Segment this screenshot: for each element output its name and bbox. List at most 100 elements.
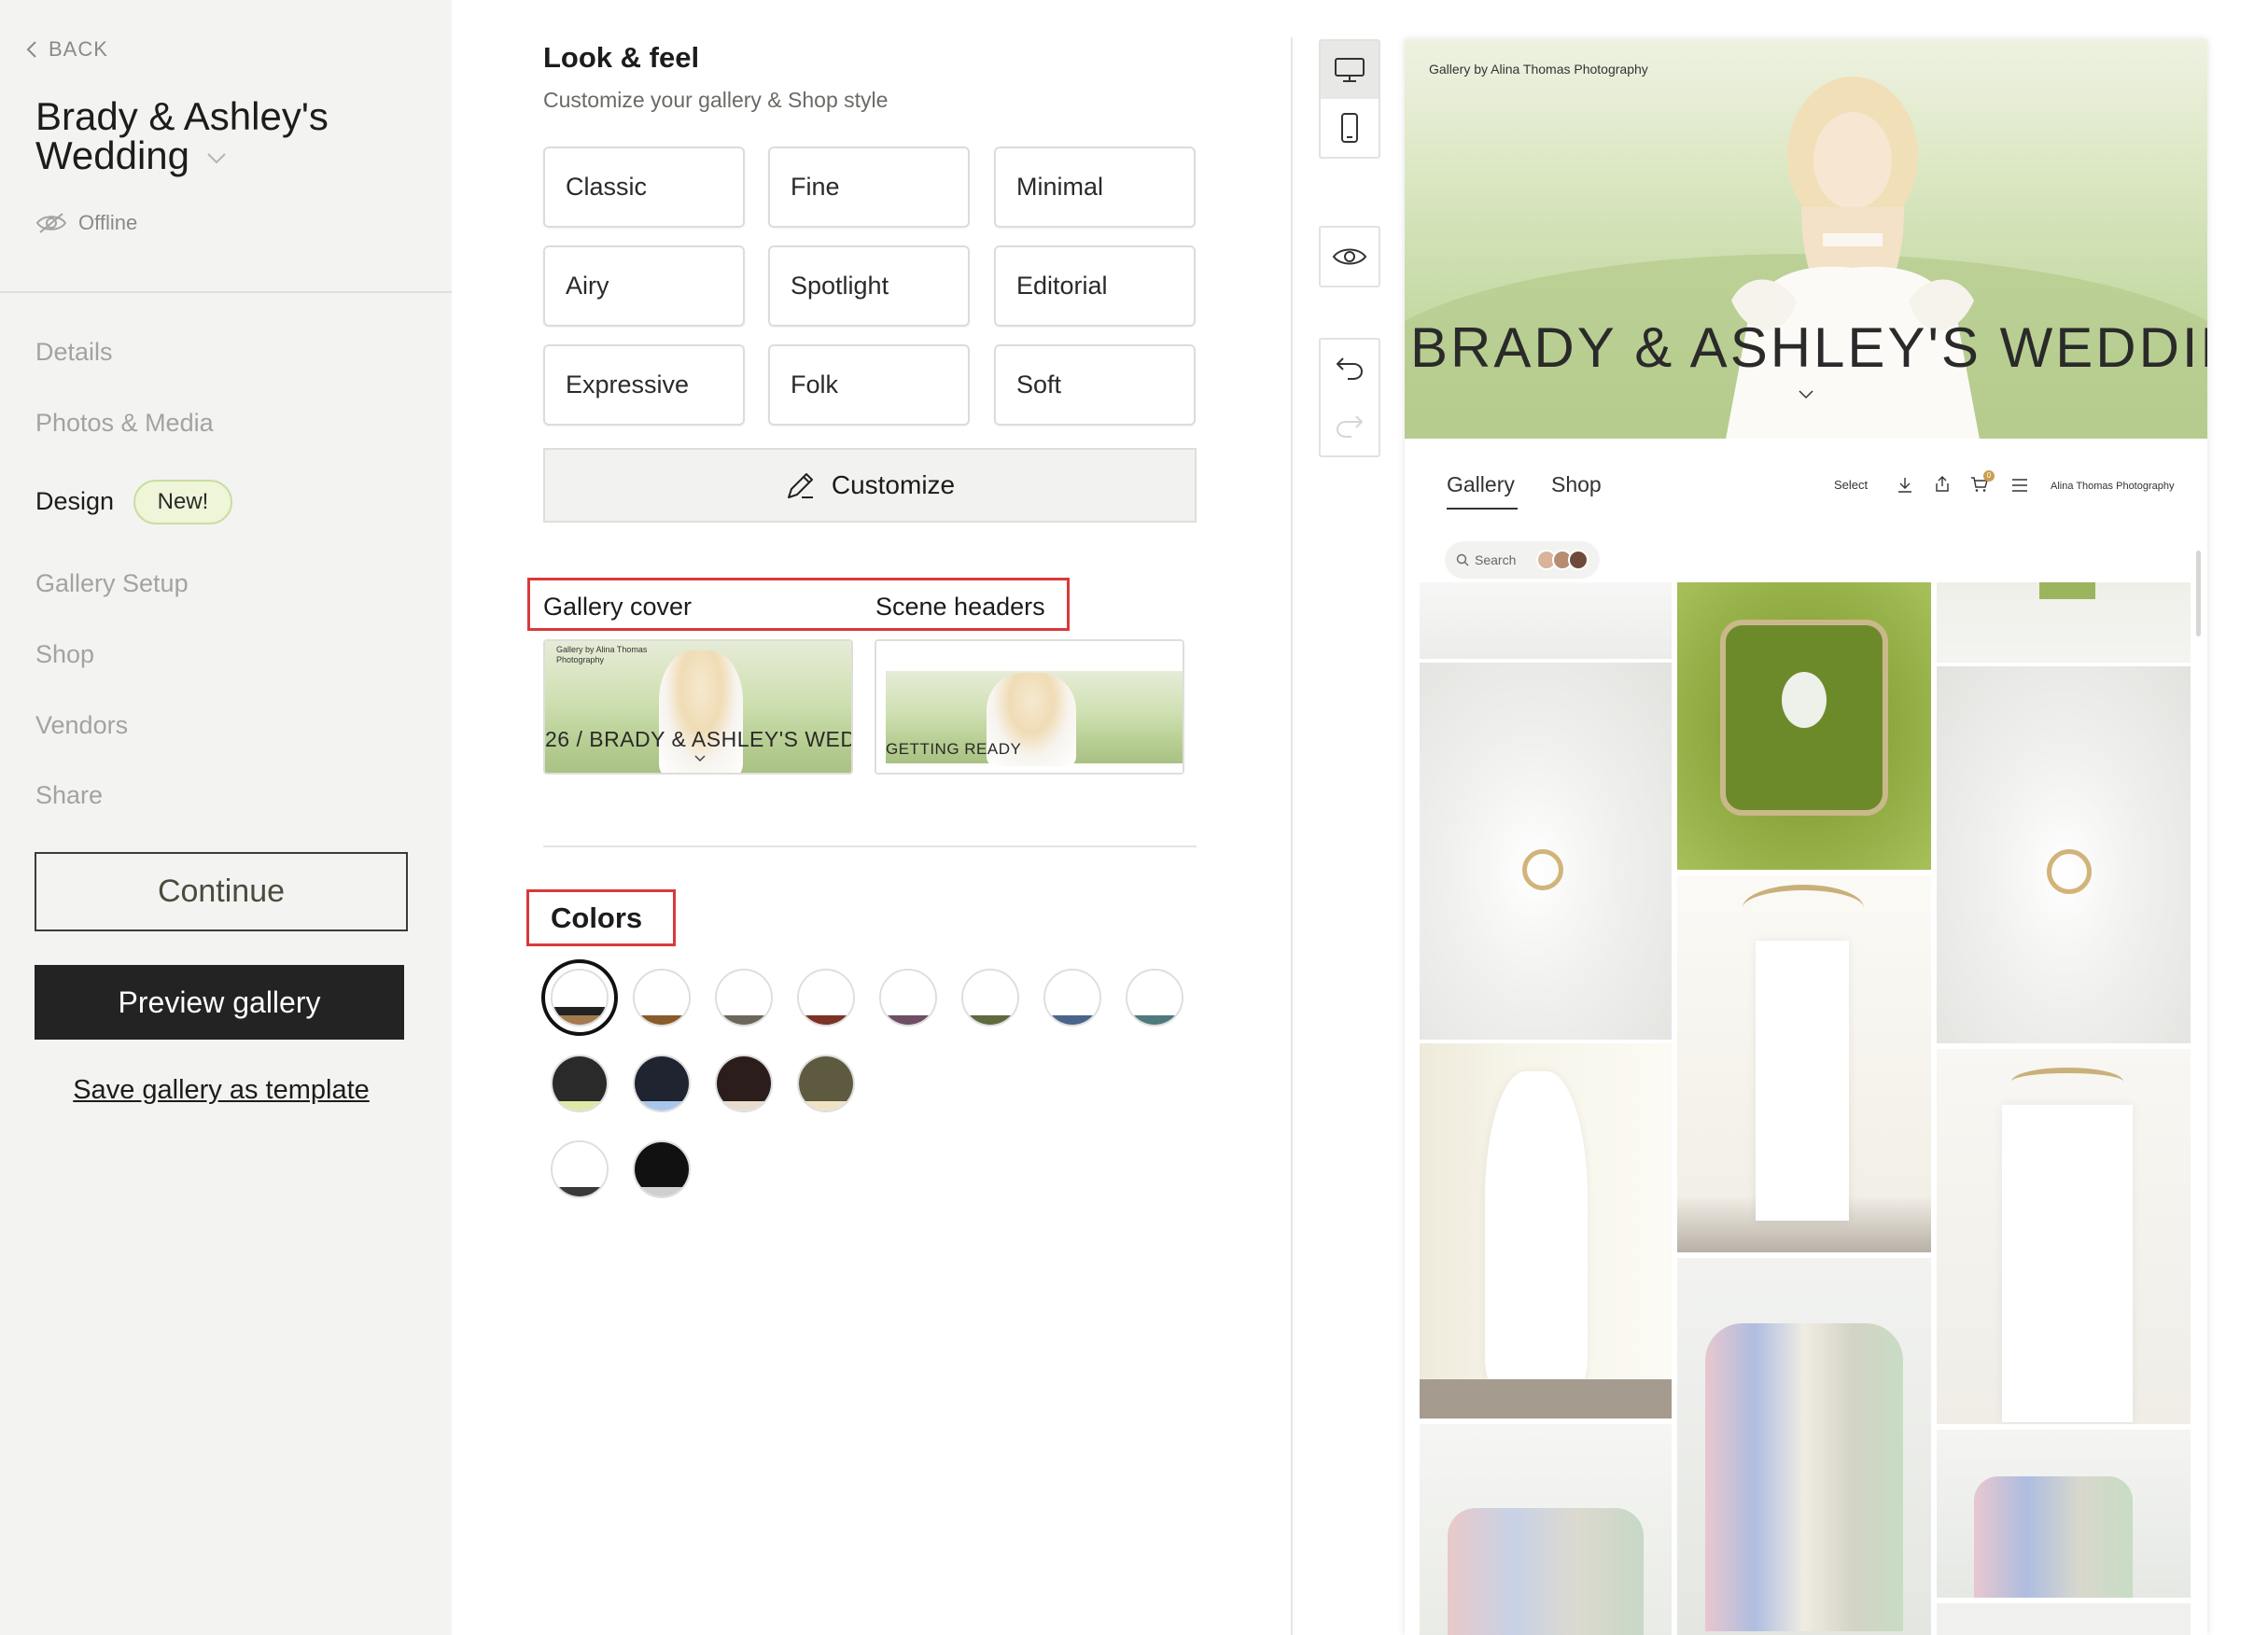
mobile-view-button[interactable]: [1321, 99, 1379, 157]
photo-thumbnail[interactable]: [1937, 582, 2191, 663]
color-swatch[interactable]: [797, 1055, 855, 1112]
undo-button[interactable]: [1321, 340, 1379, 398]
sidebar: BACK Brady & Ashley's Wedding Offline De…: [0, 0, 452, 1635]
color-swatch[interactable]: [715, 1055, 773, 1112]
device-toggle: [1319, 39, 1380, 159]
desktop-view-button[interactable]: [1321, 41, 1379, 99]
chevron-down-icon: [694, 755, 706, 762]
swatch-band-mid: [553, 1179, 607, 1187]
color-swatch[interactable]: [1126, 969, 1183, 1027]
color-swatch[interactable]: [715, 969, 773, 1027]
cover-thumb-title: 26 / BRADY & ASHLEY'S WED: [545, 727, 853, 751]
color-swatch[interactable]: [551, 1055, 609, 1112]
photo-thumbnail[interactable]: [1937, 1430, 2191, 1598]
style-spotlight-button[interactable]: Spotlight: [768, 245, 970, 327]
photo-thumbnail[interactable]: [1420, 1424, 1672, 1635]
tab-gallery-cover[interactable]: Gallery cover: [543, 593, 692, 622]
bridesmaids-image: [1974, 1476, 2133, 1598]
bridesmaids-image: [1448, 1508, 1644, 1635]
scene-header-thumbnail[interactable]: GETTING READY: [875, 639, 1184, 775]
swatch-band-top: [553, 1142, 607, 1180]
preview-scrollbar[interactable]: [2196, 551, 2201, 636]
photo-thumbnail[interactable]: [1420, 582, 1672, 659]
photo-thumbnail[interactable]: [1420, 1043, 1672, 1418]
dress-image: [1485, 1071, 1588, 1389]
color-swatch[interactable]: [1043, 969, 1101, 1027]
dress-image: [2002, 1105, 2133, 1422]
hero-caption: Gallery by Alina Thomas Photography: [1429, 62, 1648, 77]
gallery-preview: Gallery by Alina Thomas Photography BRAD…: [1405, 39, 2207, 1635]
nav-item-vendors[interactable]: Vendors: [35, 711, 128, 740]
color-swatch[interactable]: [551, 969, 609, 1027]
eye-off-icon: [35, 213, 67, 233]
style-airy-button[interactable]: Airy: [543, 245, 745, 327]
tab-scene-headers[interactable]: Scene headers: [875, 593, 1045, 622]
style-soft-button[interactable]: Soft: [994, 344, 1196, 426]
nav-item-photos-media[interactable]: Photos & Media: [35, 409, 214, 438]
nav-item-gallery-setup[interactable]: Gallery Setup: [35, 569, 189, 598]
style-folk-button[interactable]: Folk: [768, 344, 970, 426]
preview-tab-gallery[interactable]: Gallery: [1447, 472, 1515, 497]
color-swatch[interactable]: [879, 969, 937, 1027]
avatar[interactable]: [1568, 550, 1589, 570]
chevron-down-icon[interactable]: [206, 152, 227, 165]
share-icon[interactable]: [1934, 476, 1951, 493]
status-label: Offline: [78, 211, 138, 234]
search-icon: [1456, 553, 1469, 566]
photo-thumbnail[interactable]: [1420, 663, 1672, 1040]
redo-button[interactable]: [1321, 398, 1379, 455]
style-minimal-button[interactable]: Minimal: [994, 147, 1196, 228]
preview-hero: Gallery by Alina Thomas Photography BRAD…: [1405, 39, 2207, 439]
back-link[interactable]: BACK: [26, 37, 108, 62]
gallery-title[interactable]: Brady & Ashley's Wedding: [35, 97, 409, 175]
nav-item-design[interactable]: Design: [35, 487, 114, 516]
swatch-band-bot: [799, 1100, 853, 1111]
chevron-down-icon[interactable]: [1799, 390, 1813, 399]
customize-button[interactable]: Customize: [543, 448, 1197, 523]
menu-icon[interactable]: [2011, 478, 2028, 493]
photo-thumbnail[interactable]: [1937, 1049, 2191, 1424]
photo-thumbnail[interactable]: [1677, 875, 1931, 1252]
gallery-cover-thumbnail[interactable]: Gallery by Alina Thomas Photography 26 /…: [543, 639, 853, 775]
style-fine-button[interactable]: Fine: [768, 147, 970, 228]
back-label: BACK: [49, 37, 108, 61]
style-editorial-button[interactable]: Editorial: [994, 245, 1196, 327]
nav-item-details[interactable]: Details: [35, 338, 113, 367]
color-swatch[interactable]: [797, 969, 855, 1027]
photo-thumbnail[interactable]: [1937, 1603, 2191, 1635]
dress-image: [1756, 941, 1849, 1221]
swatch-band-top: [963, 971, 1017, 1008]
search-placeholder: Search: [1475, 552, 1517, 567]
style-classic-button[interactable]: Classic: [543, 147, 745, 228]
preview-gallery-button[interactable]: Preview gallery: [35, 965, 404, 1040]
swatch-band-bot: [799, 1014, 853, 1025]
continue-button[interactable]: Continue: [35, 852, 408, 931]
diamond-image: [1782, 672, 1827, 728]
new-badge: New!: [133, 480, 232, 524]
preview-tab-shop[interactable]: Shop: [1551, 472, 1602, 497]
ring-image: [1522, 849, 1563, 890]
color-swatch[interactable]: [961, 969, 1019, 1027]
nav-item-share[interactable]: Share: [35, 781, 103, 810]
swatch-band-mid: [635, 1179, 689, 1187]
desktop-icon: [1335, 58, 1365, 82]
photo-thumbnail[interactable]: [1677, 582, 1931, 870]
nav-item-shop[interactable]: Shop: [35, 640, 94, 669]
preview-select-button[interactable]: Select: [1834, 478, 1868, 492]
active-tab-underline: [1447, 508, 1518, 510]
preview-eye-button[interactable]: [1321, 228, 1379, 286]
save-template-link[interactable]: Save gallery as template: [0, 1075, 442, 1106]
swatch-band-mid: [717, 1007, 771, 1015]
color-swatch[interactable]: [633, 1140, 691, 1198]
photo-thumbnail[interactable]: [1937, 666, 2191, 1043]
swatch-band-top: [1045, 971, 1099, 1008]
swatch-band-bot: [553, 1014, 607, 1025]
color-swatch[interactable]: [633, 969, 691, 1027]
download-icon[interactable]: [1897, 477, 1912, 494]
preview-brand[interactable]: Alina Thomas Photography: [2051, 481, 2175, 492]
photo-thumbnail[interactable]: [1677, 1258, 1931, 1635]
color-swatch[interactable]: [551, 1140, 609, 1198]
swatch-band-top: [799, 1056, 853, 1094]
color-swatch[interactable]: [633, 1055, 691, 1112]
style-expressive-button[interactable]: Expressive: [543, 344, 745, 426]
